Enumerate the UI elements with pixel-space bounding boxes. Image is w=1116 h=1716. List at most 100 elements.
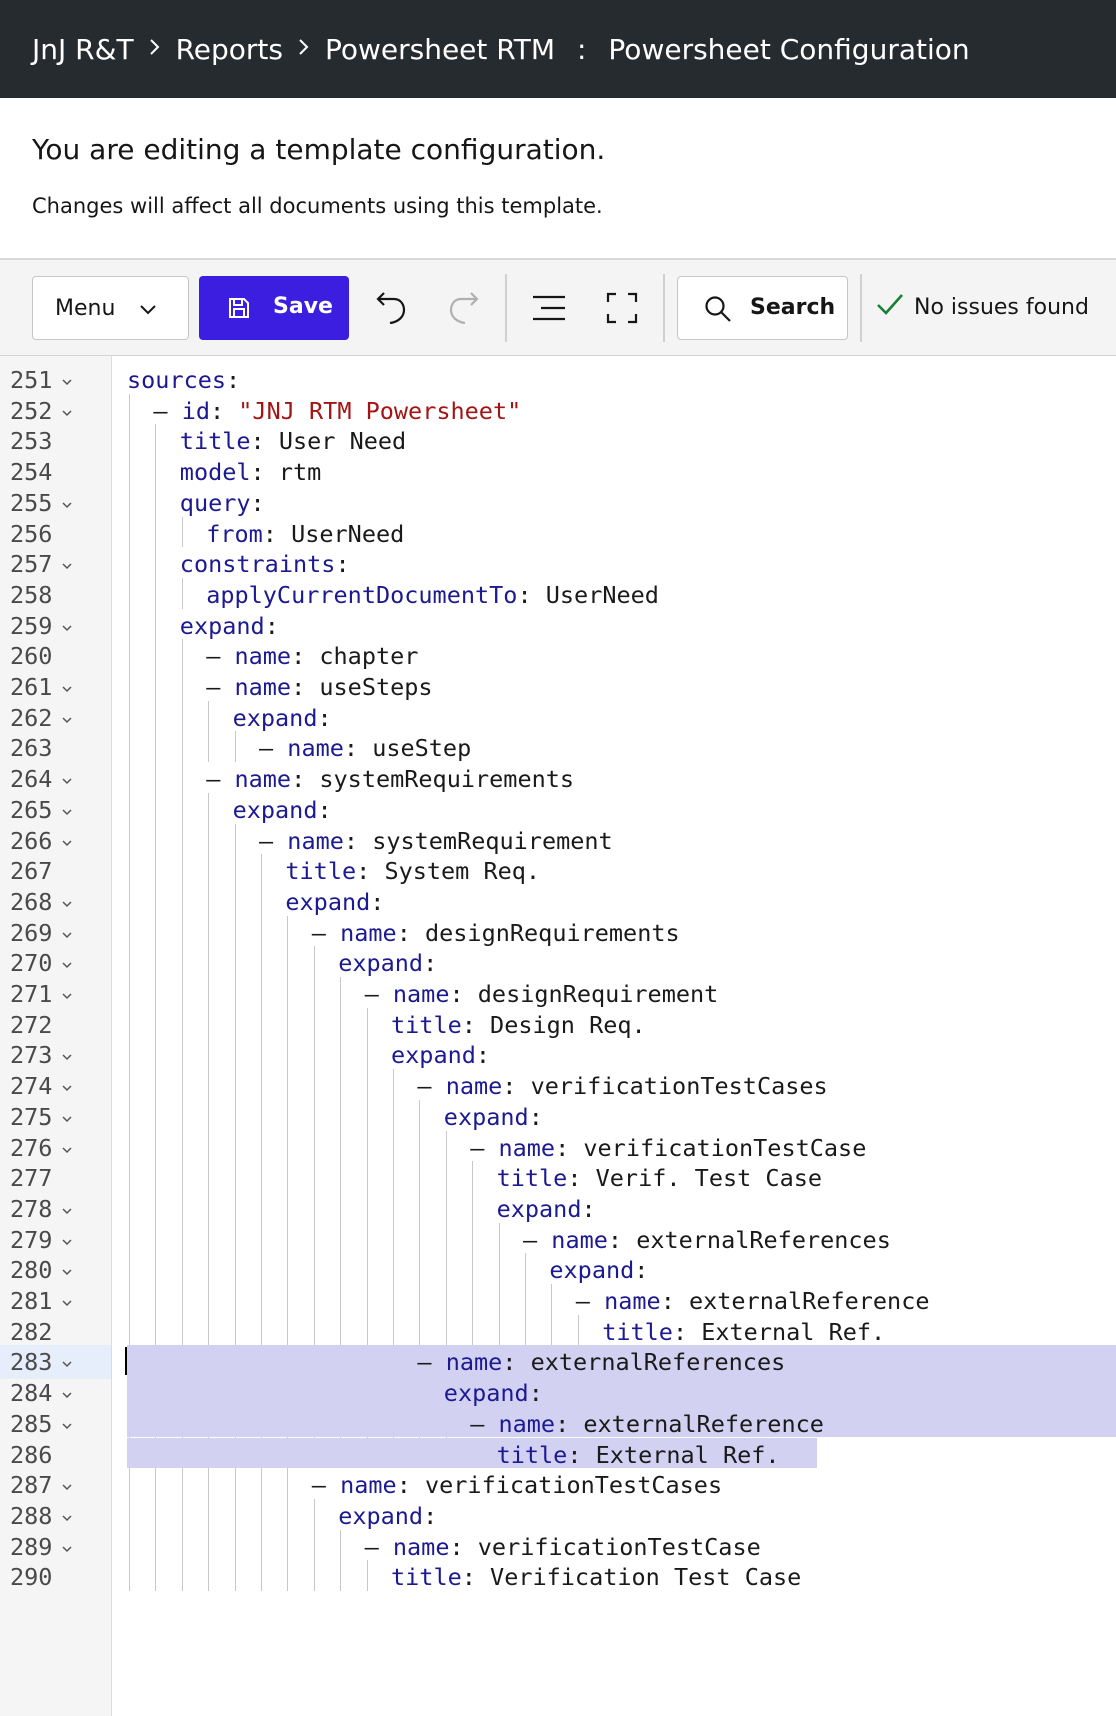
- breadcrumb-item-reports[interactable]: Reports: [176, 33, 283, 66]
- code-line[interactable]: 257 constraints:: [0, 547, 1116, 581]
- code-text: sources:: [127, 363, 240, 397]
- code-line[interactable]: 254 model: rtm: [0, 455, 1116, 489]
- code-line[interactable]: 281– name: externalReference: [0, 1284, 1116, 1318]
- code-line[interactable]: 290 title: Verification Test Case: [0, 1560, 1116, 1594]
- fold-chevron-icon[interactable]: [60, 609, 74, 643]
- yaml-key: name: [392, 1532, 450, 1561]
- code-line[interactable]: 261– name: useSteps: [0, 670, 1116, 704]
- fold-chevron-icon[interactable]: [60, 977, 74, 1011]
- code-line[interactable]: 277 title: Verif. Test Case: [0, 1161, 1116, 1195]
- fold-chevron-icon[interactable]: [60, 916, 74, 950]
- fold-chevron-icon[interactable]: [60, 1345, 74, 1379]
- fold-chevron-icon[interactable]: [60, 363, 74, 397]
- fold-chevron-icon[interactable]: [60, 762, 74, 796]
- line-number: 283: [0, 1345, 111, 1380]
- code-line[interactable]: 264– name: systemRequirements: [0, 762, 1116, 796]
- code-line[interactable]: 279– name: externalReferences: [0, 1223, 1116, 1257]
- line-number: 263: [10, 734, 53, 763]
- fold-chevron-icon[interactable]: [60, 1192, 74, 1226]
- fold-chevron-icon[interactable]: [60, 1376, 74, 1410]
- code-line[interactable]: 253 title: User Need: [0, 424, 1116, 458]
- fold-chevron-icon[interactable]: [60, 1530, 74, 1564]
- code-line[interactable]: 266– name: systemRequirement: [0, 824, 1116, 858]
- code-line[interactable]: 252– id: "JNJ RTM Powersheet": [0, 394, 1116, 428]
- code-line[interactable]: 272 title: Design Req.: [0, 1008, 1116, 1042]
- yaml-key: name: [604, 1287, 661, 1315]
- fold-chevron-icon[interactable]: [60, 1038, 74, 1072]
- breadcrumb-item-jnj[interactable]: JnJ R&T: [32, 33, 134, 66]
- code-line[interactable]: 263 – name: useStep: [0, 731, 1116, 765]
- code-line[interactable]: 260 – name: chapter: [0, 639, 1116, 673]
- code-line[interactable]: 287– name: verificationTestCases: [0, 1468, 1116, 1502]
- fold-chevron-icon[interactable]: [60, 793, 74, 827]
- code-line[interactable]: 280 expand:: [0, 1253, 1116, 1287]
- code-line[interactable]: 276– name: verificationTestCase: [0, 1131, 1116, 1165]
- code-line[interactable]: 270 expand:: [0, 946, 1116, 980]
- format-button[interactable]: [525, 284, 573, 332]
- code-line[interactable]: 269– name: designRequirements: [0, 916, 1116, 950]
- code-text: constraints:: [180, 547, 350, 581]
- code-line[interactable]: 255 query:: [0, 486, 1116, 520]
- code-line[interactable]: 256 from: UserNeed: [0, 517, 1116, 551]
- fold-chevron-icon[interactable]: [60, 946, 74, 980]
- code-line[interactable]: 259 expand:: [0, 609, 1116, 643]
- code-line[interactable]: 268 expand:: [0, 885, 1116, 919]
- search-button-label: Search: [750, 295, 836, 320]
- fold-chevron-icon[interactable]: [60, 486, 74, 520]
- fold-chevron-icon[interactable]: [60, 547, 74, 581]
- code-line[interactable]: 284 expand:: [0, 1376, 1116, 1410]
- code-line[interactable]: 265 expand:: [0, 793, 1116, 827]
- fold-chevron-icon[interactable]: [60, 670, 74, 704]
- fold-chevron-icon[interactable]: [60, 824, 74, 858]
- fold-chevron-icon[interactable]: [60, 1499, 74, 1533]
- yaml-value: UserNeed: [291, 519, 405, 548]
- yaml-key: expand: [179, 611, 265, 640]
- fold-chevron-icon[interactable]: [60, 885, 74, 919]
- yaml-separator: :: [291, 673, 320, 701]
- save-button[interactable]: Save: [199, 276, 349, 340]
- code-line[interactable]: 288 expand:: [0, 1499, 1116, 1533]
- code-line[interactable]: 262 expand:: [0, 701, 1116, 735]
- yaml-key: expand: [391, 1041, 476, 1070]
- code-editor[interactable]: 251 sources: 252– id: "JNJ RTM Powersheet"…: [0, 356, 1116, 1716]
- code-line[interactable]: 278 expand:: [0, 1192, 1116, 1226]
- yaml-separator: :: [423, 949, 438, 978]
- fold-chevron-icon[interactable]: [60, 1253, 74, 1287]
- redo-button[interactable]: [440, 284, 488, 332]
- fold-chevron-icon[interactable]: [60, 1284, 74, 1318]
- yaml-separator: :: [449, 1532, 478, 1561]
- fold-chevron-icon[interactable]: [60, 1131, 74, 1165]
- breadcrumb-item-powersheet-rtm[interactable]: Powersheet RTM: [325, 33, 555, 66]
- search-button[interactable]: Search: [677, 276, 848, 340]
- yaml-key: name: [234, 642, 292, 671]
- fold-chevron-icon[interactable]: [60, 701, 74, 735]
- yaml-separator: :: [517, 580, 546, 609]
- code-line[interactable]: 275 expand:: [0, 1100, 1116, 1134]
- code-line[interactable]: 283 – name: externalReferences: [0, 1345, 1116, 1380]
- yaml-separator: :: [291, 765, 320, 794]
- yaml-key: title: [285, 857, 357, 886]
- fold-chevron-icon[interactable]: [60, 1223, 74, 1257]
- fold-chevron-icon[interactable]: [60, 1407, 74, 1441]
- code-line[interactable]: 285– name: externalReference: [0, 1407, 1116, 1441]
- code-line[interactable]: 251 sources:: [0, 363, 1116, 397]
- code-line[interactable]: 271– name: designRequirement: [0, 977, 1116, 1011]
- code-line[interactable]: 273 expand:: [0, 1038, 1116, 1072]
- fold-chevron-icon[interactable]: [60, 394, 74, 428]
- code-text: – name: useStep: [259, 731, 471, 765]
- fold-chevron-icon[interactable]: [60, 1069, 74, 1103]
- code-line[interactable]: 282 title: External Ref.: [0, 1315, 1116, 1349]
- undo-button[interactable]: [367, 284, 415, 332]
- code-line[interactable]: 258 applyCurrentDocumentTo: UserNeed: [0, 578, 1116, 612]
- save-button-label: Save: [273, 294, 333, 319]
- code-line[interactable]: 289– name: verificationTestCase: [0, 1530, 1116, 1564]
- code-line[interactable]: 286 title: External Ref.: [0, 1438, 1116, 1472]
- code-line[interactable]: 274– name: verificationTestCases: [0, 1069, 1116, 1103]
- fold-chevron-icon[interactable]: [60, 1468, 74, 1502]
- code-line[interactable]: 267 title: System Req.: [0, 854, 1116, 888]
- yaml-value: externalReference: [688, 1287, 930, 1315]
- fullscreen-button[interactable]: [598, 284, 646, 332]
- yaml-separator: :: [396, 1471, 425, 1500]
- menu-button[interactable]: Menu: [32, 276, 189, 340]
- fold-chevron-icon[interactable]: [60, 1100, 74, 1134]
